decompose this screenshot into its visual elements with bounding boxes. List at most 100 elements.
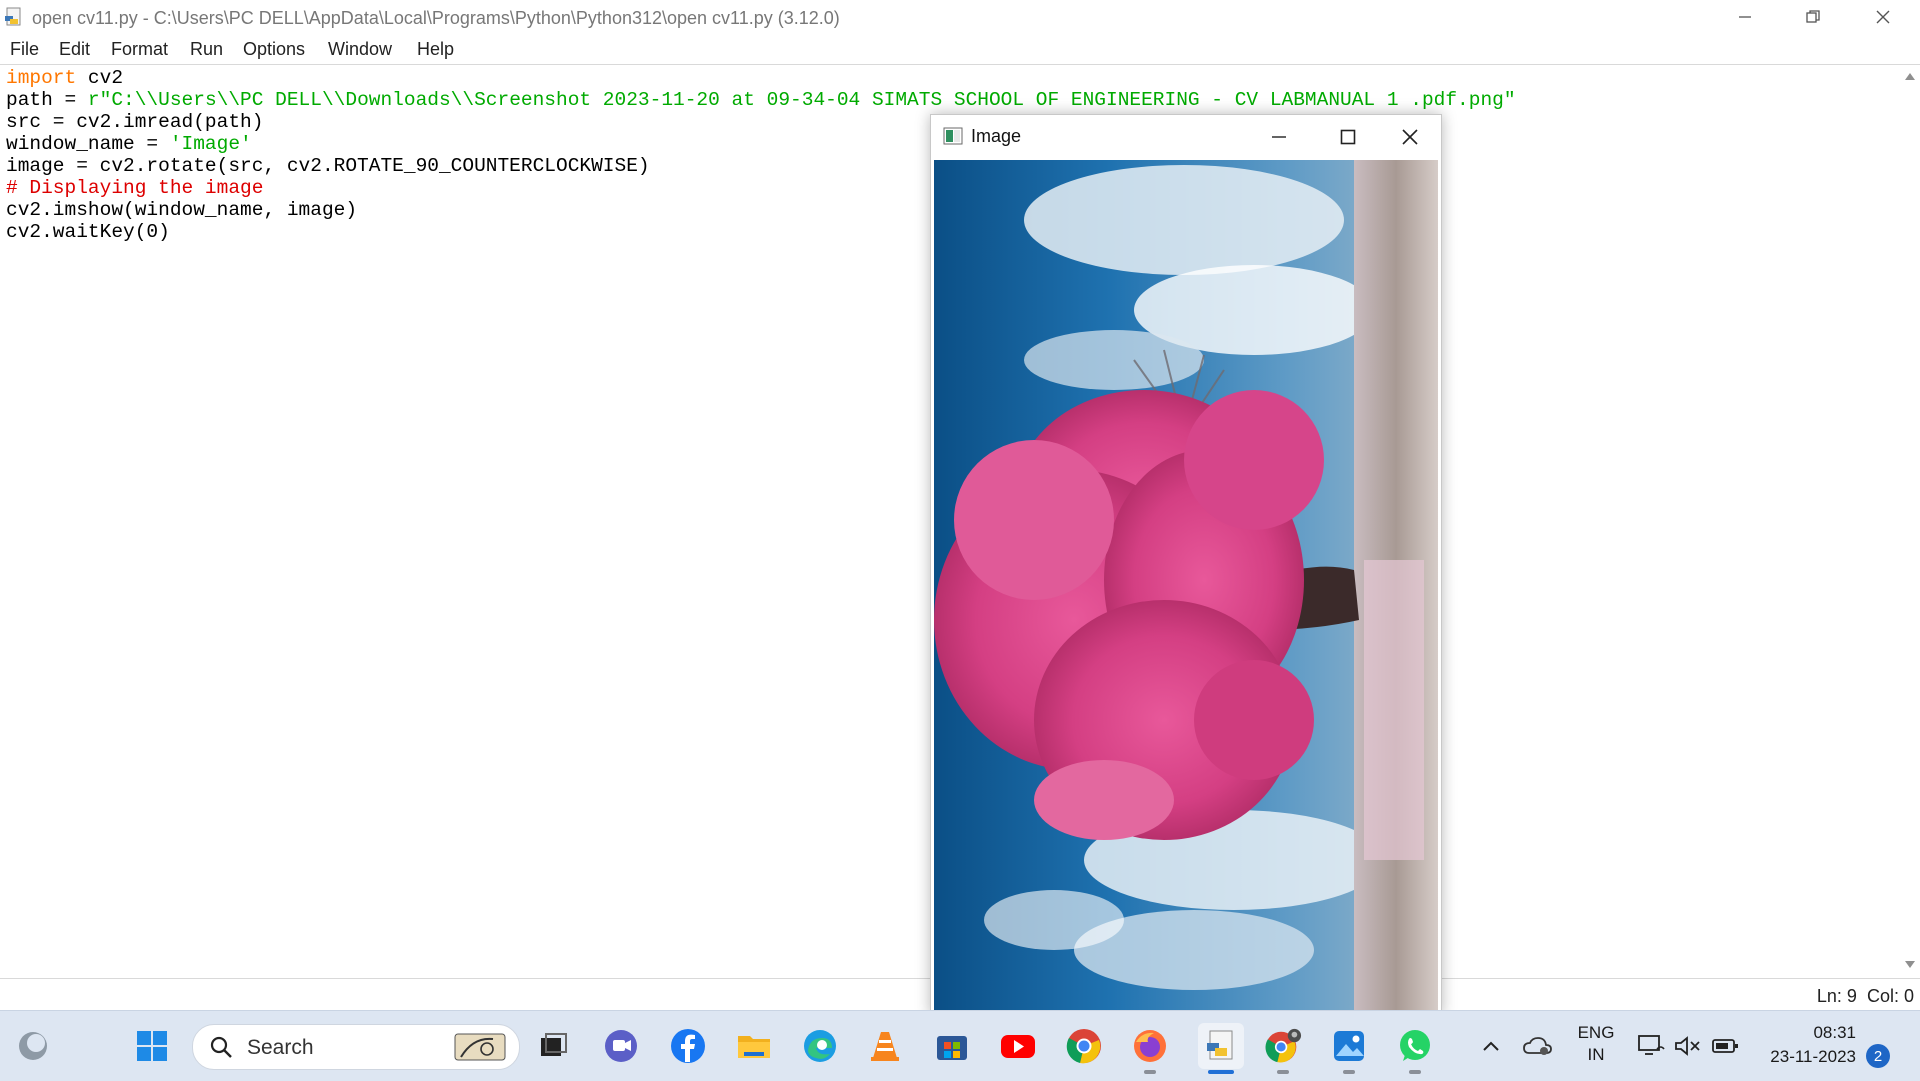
language-code: ENG: [1577, 1023, 1615, 1042]
code-token: path =: [6, 89, 88, 111]
restore-icon: [1806, 10, 1820, 23]
code-line[interactable]: path = r"C:\\Users\\PC DELL\\Downloads\\…: [6, 89, 1516, 111]
search-label: Search: [247, 1036, 314, 1059]
facebook-icon: [671, 1029, 705, 1063]
volume-muted-icon: [1675, 1036, 1700, 1056]
code-token: import: [6, 67, 77, 89]
taskbar: Search ENG IN 08:31 23-11-2023 2: [0, 1010, 1920, 1081]
whatsapp-button[interactable]: [1396, 1027, 1434, 1065]
chrome-profile-button[interactable]: [1264, 1027, 1302, 1065]
chrome-icon: [1066, 1029, 1101, 1064]
python-file-icon: [5, 7, 21, 26]
restore-button[interactable]: [1780, 0, 1846, 34]
edge-icon: [804, 1030, 836, 1062]
menu-edit[interactable]: Edit: [59, 39, 90, 60]
python-idle-icon: [1207, 1030, 1233, 1060]
code-token: 'Image': [169, 133, 252, 155]
notification-badge[interactable]: 2: [1866, 1044, 1890, 1068]
chrome-profile-icon: [1265, 1028, 1302, 1063]
volume-button[interactable]: [1670, 1027, 1704, 1065]
code-token: cv2: [76, 67, 124, 89]
close-icon: [1876, 10, 1890, 24]
code-token: cv2.waitKey(0): [6, 221, 170, 243]
idle-active-indicator: [1208, 1070, 1234, 1074]
firefox-icon: [1134, 1030, 1166, 1062]
image-window[interactable]: Image: [930, 114, 1442, 1016]
image-maximize-button[interactable]: [1317, 115, 1379, 159]
python-idle-button[interactable]: [1198, 1023, 1244, 1069]
menu-run[interactable]: Run: [190, 39, 223, 60]
photos-button[interactable]: [1330, 1027, 1368, 1065]
vertical-scrollbar[interactable]: [1900, 65, 1920, 978]
chrome-profile-running-indicator: [1277, 1070, 1289, 1074]
task-view-icon: [541, 1033, 567, 1056]
menu-bar: File Edit Format Run Options Window Help: [0, 34, 1920, 65]
language-indicator[interactable]: ENG IN: [1574, 1023, 1618, 1065]
task-view-button[interactable]: [534, 1027, 572, 1065]
close-button[interactable]: [1850, 0, 1916, 34]
youtube-button[interactable]: [999, 1027, 1037, 1065]
facebook-button[interactable]: [669, 1027, 707, 1065]
column-number: Col: 0: [1866, 986, 1914, 1006]
menu-file[interactable]: File: [10, 39, 39, 60]
code-token: r"C:\\Users\\PC DELL\\Downloads\\Screens…: [87, 89, 1516, 111]
code-line[interactable]: import cv2: [6, 67, 1516, 89]
start-icon: [137, 1031, 167, 1061]
teams-icon: [605, 1030, 637, 1062]
clock[interactable]: 08:31 23-11-2023: [1756, 1023, 1856, 1067]
chrome-button[interactable]: [1065, 1027, 1103, 1065]
network-icon: [1638, 1035, 1665, 1055]
file-explorer-button[interactable]: [735, 1027, 773, 1065]
firefox-running-indicator: [1144, 1070, 1156, 1074]
scroll-down-icon[interactable]: [1904, 960, 1916, 970]
search-icon: [210, 1036, 232, 1058]
whatsapp-running-indicator: [1409, 1070, 1421, 1074]
menu-window[interactable]: Window: [328, 39, 392, 60]
image-window-titlebar[interactable]: Image: [931, 115, 1441, 159]
clock-date: 23-11-2023: [1770, 1047, 1856, 1066]
copilot-button[interactable]: [14, 1027, 52, 1065]
displayed-image: [934, 160, 1438, 1015]
title-bar: open cv11.py - C:\Users\PC DELL\AppData\…: [0, 0, 1920, 34]
minimize-button[interactable]: [1712, 0, 1778, 34]
battery-button[interactable]: [1708, 1027, 1742, 1065]
image-close-button[interactable]: [1379, 115, 1441, 159]
store-button[interactable]: [933, 1027, 971, 1065]
cursor-position: Ln: 9 Col: 0: [1817, 986, 1914, 1007]
teams-button[interactable]: [602, 1027, 640, 1065]
code-token: # Displaying the image: [6, 177, 264, 199]
vlc-icon: [871, 1032, 899, 1061]
youtube-icon: [1001, 1035, 1035, 1058]
code-token: window_name =: [6, 133, 170, 155]
menu-options[interactable]: Options: [243, 39, 305, 60]
network-button[interactable]: [1634, 1027, 1668, 1065]
photos-running-indicator: [1343, 1070, 1355, 1074]
close-icon: [1402, 129, 1418, 145]
store-icon: [937, 1036, 967, 1060]
line-number: Ln: 9: [1816, 986, 1857, 1006]
menu-help[interactable]: Help: [417, 39, 454, 60]
cloud-icon: [1523, 1037, 1552, 1055]
copilot-icon: [19, 1032, 47, 1060]
image-minimize-button[interactable]: [1248, 115, 1310, 159]
onedrive-button[interactable]: [1520, 1027, 1554, 1065]
firefox-button[interactable]: [1131, 1027, 1169, 1065]
menu-format[interactable]: Format: [111, 39, 168, 60]
clock-time: 08:31: [1813, 1023, 1856, 1042]
file-explorer-icon: [738, 1036, 770, 1058]
chevron-up-icon: [1483, 1041, 1499, 1051]
window-title: open cv11.py - C:\Users\PC DELL\AppData\…: [32, 8, 840, 28]
show-hidden-icons-button[interactable]: [1474, 1027, 1508, 1065]
scroll-up-icon[interactable]: [1904, 71, 1916, 81]
image-window-title: Image: [971, 126, 1022, 146]
edge-button[interactable]: [801, 1027, 839, 1065]
code-token: image = cv2.rotate(src, cv2.ROTATE_90_CO…: [6, 155, 650, 177]
code-token: src = cv2.imread(path): [6, 111, 264, 133]
code-token: cv2.imshow(window_name, image): [6, 199, 358, 221]
taskbar-search[interactable]: Search: [192, 1024, 520, 1070]
region-code: IN: [1587, 1045, 1605, 1064]
start-button[interactable]: [133, 1027, 171, 1065]
search-highlight-icon: [454, 1033, 506, 1061]
maximize-icon: [1340, 129, 1356, 145]
vlc-button[interactable]: [866, 1027, 904, 1065]
